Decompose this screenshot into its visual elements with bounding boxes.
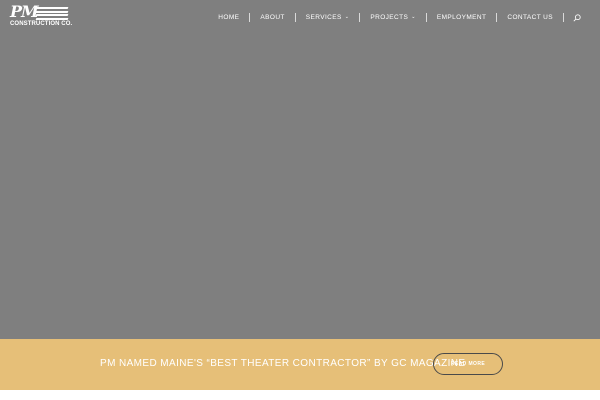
page-footer-strip: [0, 390, 600, 400]
site-logo[interactable]: PM CONSTRUCTION CO.: [10, 2, 72, 28]
hero-image: [0, 0, 600, 339]
nav-item-label: HOME: [218, 14, 240, 21]
logo-subtitle: CONSTRUCTION CO.: [10, 21, 73, 27]
main-nav: HOME ABOUT SERVICES ⌄ PROJECTS ⌄ EMPLOYM…: [208, 12, 584, 23]
read-more-button[interactable]: READ MORE: [433, 353, 503, 375]
search-button[interactable]: [570, 12, 584, 23]
site-header: PM CONSTRUCTION CO. HOME ABOUT SERVICES …: [0, 0, 600, 36]
logo-mark: PM: [10, 2, 69, 21]
news-banner: PM NAMED MAINE'S “BEST THEATER CONTRACTO…: [0, 339, 600, 390]
nav-item-employment[interactable]: EMPLOYMENT: [427, 12, 497, 23]
chevron-down-icon: ⌄: [411, 14, 416, 20]
nav-item-about[interactable]: ABOUT: [250, 12, 294, 23]
nav-item-services[interactable]: SERVICES ⌄: [296, 12, 360, 23]
nav-item-label: CONTACT US: [507, 14, 553, 21]
search-icon: [573, 13, 581, 22]
nav-item-home[interactable]: HOME: [208, 12, 249, 23]
logo-pm-text: PM: [10, 2, 39, 21]
chevron-down-icon: ⌄: [344, 14, 350, 20]
nav-item-projects[interactable]: PROJECTS ⌄: [360, 12, 425, 23]
nav-item-label: EMPLOYMENT: [436, 14, 487, 21]
nav-item-label: PROJECTS: [370, 14, 409, 21]
nav-item-contact-us[interactable]: CONTACT US: [497, 12, 563, 23]
nav-divider: [563, 13, 564, 22]
page: PM CONSTRUCTION CO. HOME ABOUT SERVICES …: [0, 0, 600, 400]
logo-stripes-icon: [35, 7, 69, 20]
nav-item-label: SERVICES: [305, 14, 342, 21]
nav-item-label: ABOUT: [260, 14, 285, 21]
banner-headline: PM NAMED MAINE'S “BEST THEATER CONTRACTO…: [100, 358, 466, 369]
